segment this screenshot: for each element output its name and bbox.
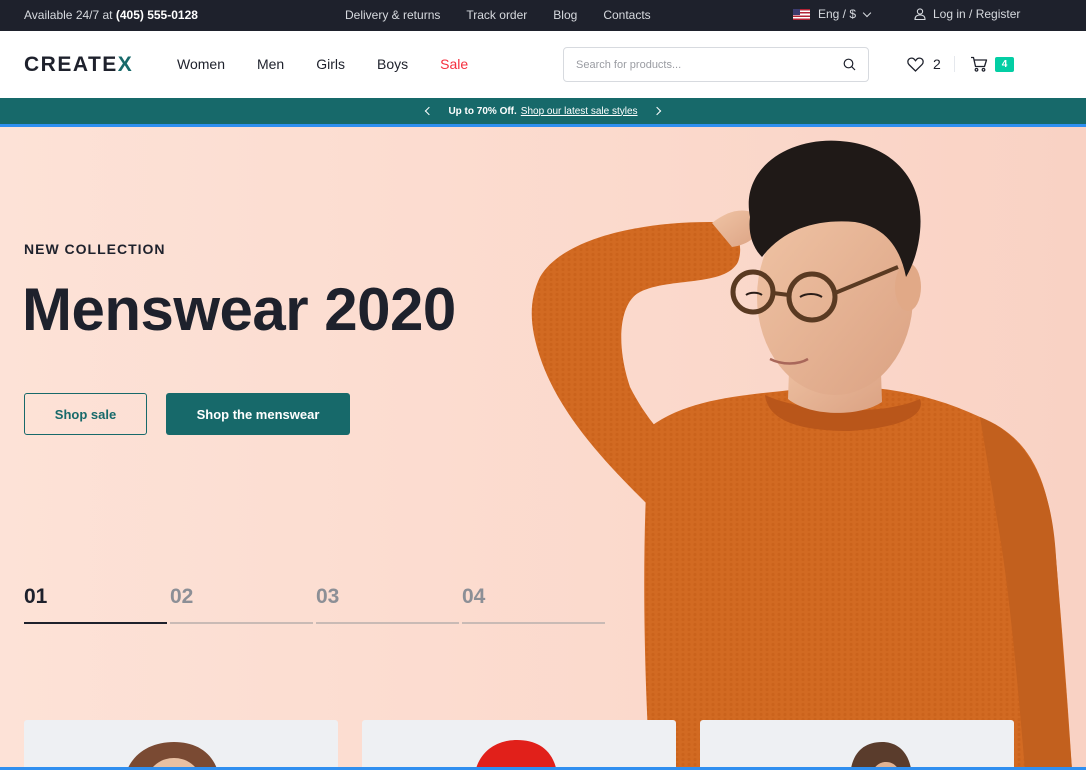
language-label: Eng / $ (818, 7, 857, 21)
man-photo (850, 742, 912, 770)
phone-number[interactable]: (405) 555-0128 (116, 8, 198, 22)
login-label: Log in / Register (933, 7, 1021, 21)
category-cards (24, 720, 1014, 770)
promo-highlight: Up to 70% Off. (448, 105, 517, 117)
promo-link[interactable]: Shop our latest sale styles (521, 106, 638, 117)
top-links: Delivery & returns Track order Blog Cont… (345, 8, 651, 22)
chevron-down-icon (862, 8, 872, 17)
cart-count-badge: 4 (995, 56, 1014, 72)
heart-icon (907, 56, 924, 72)
main-nav: Women Men Girls Boys Sale (177, 56, 468, 72)
slide-number: 02 (170, 585, 194, 608)
user-icon (914, 8, 926, 20)
nav-men[interactable]: Men (257, 56, 284, 72)
contact-info: Available 24/7 at (405) 555-0128 (24, 8, 198, 22)
link-track-order[interactable]: Track order (466, 8, 527, 22)
slide-tab-2[interactable]: 02 (170, 585, 313, 624)
us-flag-icon (793, 8, 810, 20)
shop-sale-button[interactable]: Shop sale (24, 393, 147, 435)
hero-model-image (531, 140, 1072, 770)
slide-progress-bar (316, 622, 459, 624)
slide-tab-3[interactable]: 03 (316, 585, 459, 624)
logo[interactable]: CREATE X (24, 53, 133, 77)
category-card-men[interactable] (700, 720, 1014, 770)
woman-photo (127, 742, 218, 770)
language-selector[interactable]: Eng / $ (793, 7, 872, 21)
hero-title: Menswear 2020 (22, 276, 456, 343)
slide-tab-4[interactable]: 04 (462, 585, 605, 624)
nav-women[interactable]: Women (177, 56, 225, 72)
cart-button[interactable]: 4 (970, 56, 1014, 72)
search-box (563, 47, 869, 82)
slide-progress-bar (24, 622, 167, 624)
logo-accent: X (117, 53, 134, 76)
login-register-link[interactable]: Log in / Register (914, 7, 1020, 21)
chevron-right-icon[interactable] (652, 106, 661, 116)
link-blog[interactable]: Blog (553, 8, 577, 22)
slide-number: 03 (316, 585, 340, 608)
hero-eyebrow: NEW COLLECTION (24, 241, 166, 257)
slide-progress-bar (170, 622, 313, 624)
slide-progress-bar (462, 622, 605, 624)
slide-tab-1[interactable]: 01 (24, 585, 167, 624)
contact-prefix: Available 24/7 at (24, 8, 113, 22)
slide-number: 04 (462, 585, 486, 608)
shop-menswear-button[interactable]: Shop the menswear (166, 393, 350, 435)
search-icon[interactable] (843, 58, 856, 71)
main-header: CREATE X Women Men Girls Boys Sale 2 4 (0, 31, 1086, 98)
category-card-kids[interactable] (362, 720, 676, 770)
red-beanie-photo (475, 740, 557, 770)
search-input[interactable] (564, 48, 824, 81)
cart-icon (971, 56, 988, 72)
nav-boys[interactable]: Boys (377, 56, 408, 72)
top-bar: Available 24/7 at (405) 555-0128 Deliver… (0, 0, 1086, 31)
hero-section: NEW COLLECTION Menswear 2020 Shop sale S… (0, 127, 1086, 770)
slide-number: 01 (24, 585, 48, 608)
link-delivery-returns[interactable]: Delivery & returns (345, 8, 440, 22)
logo-text: CREATE (24, 53, 118, 76)
nav-sale[interactable]: Sale (440, 56, 468, 72)
slide-pagination: 01 02 03 04 (24, 585, 605, 624)
chevron-left-icon[interactable] (425, 106, 434, 116)
category-card-women[interactable] (24, 720, 338, 770)
wishlist-button[interactable]: 2 (907, 56, 941, 72)
promo-banner: Up to 70% Off. Shop our latest sale styl… (0, 98, 1086, 124)
nav-girls[interactable]: Girls (316, 56, 345, 72)
wishlist-count: 2 (933, 56, 941, 72)
header-divider (954, 56, 955, 72)
link-contacts[interactable]: Contacts (603, 8, 650, 22)
